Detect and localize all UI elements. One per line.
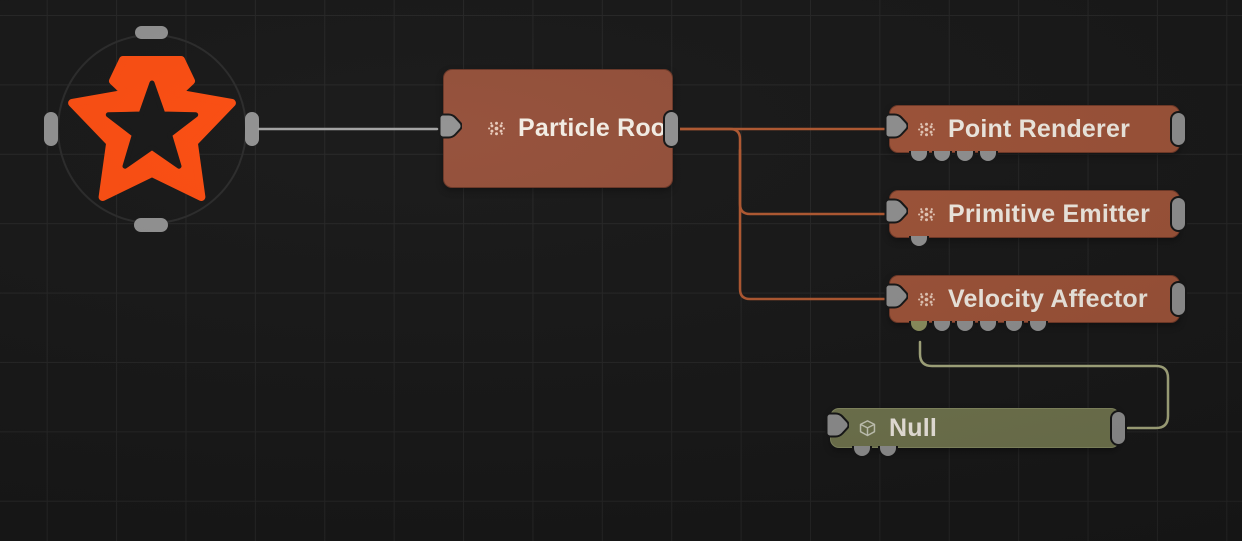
particles-icon — [917, 205, 936, 224]
wire-particle-root-to-velocity-affector[interactable] — [738, 148, 886, 301]
particles-icon — [487, 119, 506, 138]
output-port[interactable] — [1170, 281, 1187, 317]
node-primitive-emitter[interactable]: Primitive Emitter — [884, 190, 1187, 248]
input-port-arrow[interactable] — [884, 198, 908, 230]
cube-icon — [858, 419, 877, 438]
node-label: Velocity Affector — [948, 284, 1148, 313]
input-port-arrow[interactable] — [438, 113, 462, 145]
input-port-arrow[interactable] — [884, 113, 908, 145]
output-port[interactable] — [1170, 111, 1187, 147]
node-particle-root[interactable]: Particle Root — [438, 69, 680, 188]
wire-particle-root-to-primitive-emitter[interactable] — [677, 127, 886, 216]
input-port-arrow[interactable] — [825, 412, 849, 444]
node-label: Point Renderer — [948, 114, 1130, 143]
output-port[interactable] — [1170, 196, 1187, 232]
node-label: Null — [889, 413, 938, 442]
node-null[interactable]: Null — [825, 408, 1127, 458]
particles-icon — [917, 290, 936, 309]
node-velocity-affector[interactable]: Velocity Affector — [884, 275, 1187, 333]
node-label: Particle Root — [518, 114, 675, 142]
output-port[interactable] — [1110, 410, 1127, 446]
node-label: Primitive Emitter — [948, 199, 1151, 228]
output-port[interactable] — [663, 109, 680, 148]
node-point-renderer[interactable]: Point Renderer — [884, 105, 1187, 163]
node-graph-canvas[interactable]: Particle Root Point Renderer Primitive E… — [0, 0, 1242, 541]
input-port-arrow[interactable] — [884, 283, 908, 315]
particles-icon — [917, 120, 936, 139]
